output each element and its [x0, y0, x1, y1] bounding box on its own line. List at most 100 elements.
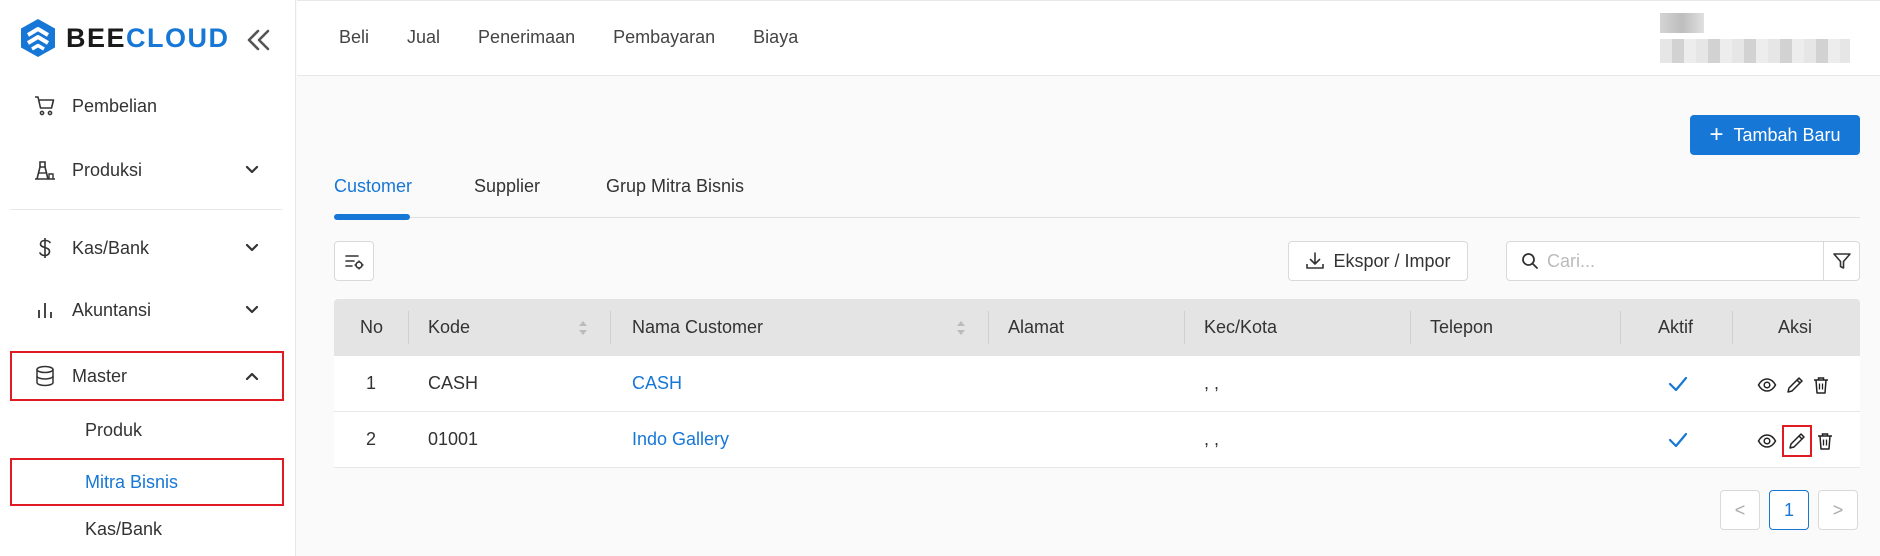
tab-customer[interactable]: Customer — [334, 176, 413, 220]
dollar-icon — [32, 235, 58, 261]
header-kode[interactable]: Kode — [428, 299, 470, 356]
top-bar: Beli Jual Penerimaan Pembayaran Biaya — [297, 0, 1880, 76]
brand-part1: BEE — [66, 22, 127, 53]
topnav-penerimaan[interactable]: Penerimaan — [478, 27, 575, 48]
search-input[interactable] — [1547, 250, 1817, 272]
topnav-pembayaran[interactable]: Pembayaran — [613, 27, 715, 48]
sidebar-subitem-mitra-bisnis[interactable]: Mitra Bisnis — [10, 458, 284, 506]
pagination-next-button[interactable]: > — [1818, 490, 1858, 530]
tab-grup-mitra-bisnis[interactable]: Grup Mitra Bisnis — [606, 176, 744, 197]
header-no: No — [360, 317, 384, 337]
header-kec-kota: Kec/Kota — [1204, 317, 1278, 337]
pencil-icon — [1787, 377, 1803, 393]
sidebar-item-pembelian[interactable]: Pembelian — [10, 81, 284, 131]
beecloud-logo[interactable]: BEECLOUD — [20, 18, 230, 58]
chevron-down-icon — [245, 305, 259, 314]
collapse-sidebar-button[interactable] — [244, 28, 272, 52]
top-nav: Beli Jual Penerimaan Pembayaran Biaya — [339, 27, 836, 48]
sidebar-subitem-produk[interactable]: Produk — [10, 407, 284, 453]
cell-kec-kota: , , — [1204, 429, 1220, 449]
cart-icon — [32, 93, 58, 119]
beecloud-logo-icon — [21, 19, 55, 57]
column-settings-button[interactable] — [334, 241, 374, 281]
sidebar-subitem-label: Produk — [85, 419, 143, 440]
filter-icon — [1832, 253, 1851, 269]
header-separator — [610, 311, 611, 344]
cell-kode: CASH — [428, 373, 479, 393]
tab-supplier[interactable]: Supplier — [474, 176, 540, 197]
factory-icon — [32, 157, 58, 183]
blurred-username — [1660, 13, 1704, 33]
sidebar-subitem-label: Mitra Bisnis — [85, 471, 179, 492]
chevron-left-icon: < — [1734, 499, 1746, 520]
edit-button[interactable] — [1782, 425, 1812, 457]
delete-button[interactable] — [1814, 430, 1836, 452]
delete-button[interactable] — [1810, 374, 1832, 396]
topnav-beli[interactable]: Beli — [339, 27, 369, 48]
add-new-button[interactable]: + Tambah Baru — [1690, 115, 1860, 155]
eye-icon — [1757, 434, 1777, 448]
cell-no: 1 — [366, 373, 377, 393]
cell-nama-customer-link[interactable]: Indo Gallery — [632, 412, 729, 467]
view-button[interactable] — [1756, 374, 1778, 396]
chevron-down-icon — [245, 165, 259, 174]
header-separator — [1620, 311, 1621, 344]
sidebar-item-label: Kas/Bank — [72, 237, 150, 258]
sidebar-item-label: Pembelian — [72, 95, 158, 116]
pagination-page-label: 1 — [1783, 499, 1794, 520]
cell-nama-customer-link[interactable]: CASH — [632, 356, 682, 411]
blurred-company — [1660, 39, 1850, 63]
search-icon — [1522, 253, 1538, 269]
export-import-label: Ekspor / Impor — [1333, 250, 1451, 271]
cell-no: 2 — [366, 429, 377, 449]
pencil-icon — [1789, 433, 1805, 449]
chevron-down-icon — [245, 243, 259, 252]
edit-button[interactable] — [1784, 374, 1806, 396]
header-telepon: Telepon — [1430, 317, 1494, 337]
cell-kode: 01001 — [428, 429, 479, 449]
sidebar-item-master[interactable]: Master — [10, 351, 284, 401]
partner-tabs: Customer Supplier Grup Mitra Bisnis — [334, 170, 1860, 220]
view-button[interactable] — [1756, 430, 1778, 452]
header-aksi: Aksi — [1778, 317, 1813, 337]
sidebar-item-label: Produksi — [72, 159, 143, 180]
customer-table: No Kode Nama Customer Alamat Kec/Kota Te… — [334, 299, 1860, 468]
bar-chart-icon — [32, 297, 58, 323]
trash-icon — [1814, 377, 1828, 394]
check-icon — [1668, 376, 1688, 392]
header-separator — [1732, 311, 1733, 344]
pagination-prev-button[interactable]: < — [1720, 490, 1760, 530]
search-box — [1506, 241, 1824, 281]
user-info-blurred[interactable] — [1660, 13, 1850, 71]
tab-label: Supplier — [474, 176, 541, 196]
sidebar-item-akuntansi[interactable]: Akuntansi — [10, 285, 284, 335]
sidebar-subitem-kas-bank[interactable]: Kas/Bank — [10, 506, 284, 552]
header-nama-customer[interactable]: Nama Customer — [632, 299, 763, 356]
sidebar: BEECLOUD Pembelian Produksi Kas/Bank Aku… — [0, 0, 296, 556]
chevron-up-icon — [245, 372, 259, 381]
brand-part2: CLOUD — [126, 22, 230, 53]
database-icon — [32, 363, 58, 389]
header-aktif: Aktif — [1658, 317, 1694, 337]
topnav-biaya[interactable]: Biaya — [753, 27, 798, 48]
filter-button[interactable] — [1823, 241, 1860, 281]
pagination-page-button[interactable]: 1 — [1769, 490, 1809, 530]
chevron-right-icon: > — [1832, 499, 1844, 520]
tab-label: Customer — [334, 176, 413, 196]
eye-icon — [1757, 378, 1777, 392]
trash-icon — [1818, 433, 1832, 450]
topnav-jual[interactable]: Jual — [407, 27, 440, 48]
sort-icon[interactable] — [956, 319, 966, 337]
plus-icon: + — [1709, 121, 1724, 148]
header-alamat: Alamat — [1008, 317, 1065, 337]
sort-icon[interactable] — [578, 319, 588, 337]
sidebar-divider — [10, 209, 282, 210]
sidebar-item-kas-bank[interactable]: Kas/Bank — [10, 223, 284, 273]
check-icon — [1668, 432, 1688, 448]
sidebar-item-label: Master — [72, 365, 128, 386]
export-import-button[interactable]: Ekspor / Impor — [1288, 241, 1468, 281]
sidebar-item-produksi[interactable]: Produksi — [10, 145, 284, 195]
header-separator — [1410, 311, 1411, 344]
table-header: No Kode Nama Customer Alamat Kec/Kota Te… — [334, 299, 1860, 356]
table-row: 2 01001 Indo Gallery , , — [334, 412, 1860, 468]
